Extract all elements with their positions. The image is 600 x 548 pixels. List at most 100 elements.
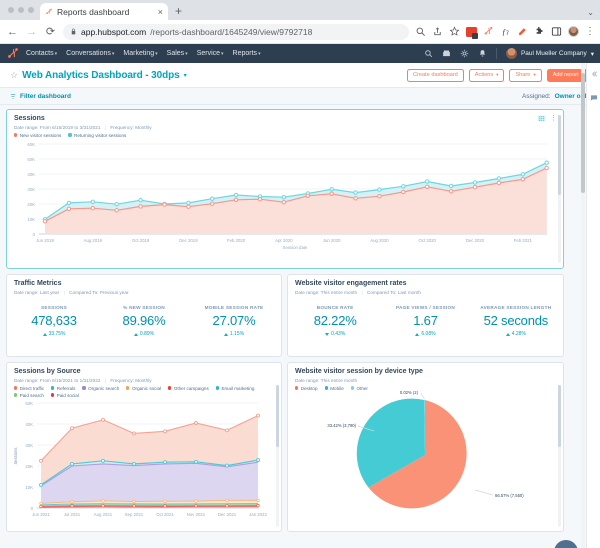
kpi-delta-value: 33.75%: [48, 331, 66, 337]
card-title: Website visitor engagement rates: [295, 280, 407, 287]
svg-text:50K: 50K: [27, 157, 35, 162]
nav-item-conversations[interactable]: Conversations▾: [66, 50, 114, 57]
legend-item[interactable]: Organic social: [126, 386, 161, 391]
legend-swatch: [14, 393, 18, 397]
account-menu[interactable]: Paul Mueller Company ▾: [505, 48, 594, 59]
help-button[interactable]: Help: [554, 540, 578, 548]
card-menu-icon[interactable]: ⋮: [550, 115, 557, 122]
dashboard-header: ☆ Web Analytics Dashboard - 30dps ▾ Crea…: [0, 63, 600, 88]
maximize-window-dot[interactable]: [28, 7, 34, 13]
bookmark-star-icon[interactable]: [449, 26, 460, 37]
window-controls[interactable]: [6, 0, 40, 20]
kpi-delta-value: 1.15%: [229, 331, 245, 337]
svg-text:30K: 30K: [27, 187, 35, 192]
legend-item[interactable]: Direct traffic: [14, 386, 44, 391]
notifications-bell-icon[interactable]: [478, 49, 487, 58]
legend-item[interactable]: Other campaigns: [168, 386, 209, 391]
svg-text:40K: 40K: [27, 172, 35, 177]
legend-swatch: [295, 386, 299, 390]
legend-item[interactable]: New visitor sessions: [14, 133, 61, 138]
search-icon[interactable]: [415, 26, 426, 37]
kpi-label: AVERAGE SESSION LENGTH: [480, 304, 552, 310]
puzzle-extensions-icon[interactable]: [534, 26, 545, 37]
kpi-value: 52 seconds: [483, 312, 549, 328]
trend-up-icon: [42, 332, 47, 336]
filter-dashboard-button[interactable]: Filter dashboard: [10, 93, 71, 100]
kpi-delta-value: 0.43%: [331, 331, 346, 337]
table-view-icon[interactable]: [538, 115, 545, 122]
marketplace-icon[interactable]: [442, 49, 451, 58]
button-label: Actions: [474, 72, 494, 78]
legend-swatch: [51, 386, 55, 390]
create-dashboard-button[interactable]: Create dashboard: [407, 68, 464, 82]
highlighter-extension-icon[interactable]: [517, 26, 528, 37]
back-button[interactable]: ←: [6, 26, 19, 38]
legend-label: Paid social: [56, 392, 79, 398]
meta-separator: |: [63, 289, 65, 295]
extension-red-icon[interactable]: [466, 26, 478, 39]
kpi-list: SESSIONS 478,633 33.75% % NEW SESSION 89…: [7, 295, 281, 346]
sessions-report-card[interactable]: Sessions Date range: From 6/15/2019 to 3…: [6, 109, 564, 269]
legend-swatch: [215, 386, 219, 390]
trend-up-icon: [133, 332, 138, 336]
browser-menu-icon[interactable]: ⋮: [585, 26, 595, 37]
nav-item-label: Reports: [232, 50, 258, 57]
svg-text:20K: 20K: [25, 464, 33, 469]
legend-item[interactable]: Returning visitor sessions: [68, 133, 126, 138]
chevron-down-icon[interactable]: ▾: [184, 72, 187, 79]
close-tab-icon[interactable]: ×: [158, 7, 163, 17]
share-icon[interactable]: [432, 26, 443, 37]
card-scrollbar-thumb[interactable]: [558, 115, 561, 195]
engagement-rates-card[interactable]: Website visitor engagement rates Date ra…: [287, 274, 564, 357]
chat-bubble-icon[interactable]: [590, 94, 598, 102]
card-scrollbar-thumb[interactable]: [276, 385, 279, 447]
nav-item-contacts[interactable]: Contacts▾: [26, 50, 57, 57]
legend-swatch: [82, 386, 86, 390]
card-scrollbar-thumb[interactable]: [558, 385, 561, 447]
browser-tab[interactable]: Reports dashboard ×: [40, 3, 168, 20]
collapse-panel-icon[interactable]: [590, 70, 598, 78]
device-type-card[interactable]: Website visitor session by device type D…: [287, 362, 564, 532]
font-extension-icon[interactable]: ƒʔ: [500, 26, 511, 37]
minimize-window-dot[interactable]: [18, 7, 24, 13]
nav-item-sales[interactable]: Sales▾: [167, 50, 188, 57]
y-axis-label: Sessions: [13, 447, 18, 464]
traffic-metrics-card[interactable]: Traffic Metrics Date range: Last year | …: [6, 274, 282, 357]
legend-item[interactable]: Referrals: [51, 386, 75, 391]
search-icon[interactable]: [424, 49, 433, 58]
legend-item[interactable]: Desktop: [295, 386, 318, 391]
card-date-range: Date range: This entire month: [295, 377, 358, 383]
card-header: Website visitor session by device type D…: [288, 363, 563, 391]
legend-item[interactable]: Mobile: [324, 386, 344, 391]
tab-list-chevron-down-icon[interactable]: ⌄: [587, 8, 594, 17]
page-scrollbar-thumb[interactable]: [581, 73, 585, 193]
nav-item-reports[interactable]: Reports▾: [233, 50, 261, 57]
gear-icon[interactable]: [460, 49, 469, 58]
legend-swatch: [126, 386, 130, 390]
close-window-dot[interactable]: [8, 7, 14, 13]
sessions-by-source-card[interactable]: Sessions by Source Date range: From 6/15…: [6, 362, 282, 532]
nav-item-marketing[interactable]: Marketing▾: [123, 50, 157, 57]
reload-button[interactable]: ⟳: [44, 25, 57, 38]
new-tab-button[interactable]: +: [168, 4, 189, 20]
svg-text:Oct 2020: Oct 2020: [418, 238, 436, 243]
chevron-down-icon: ▾: [496, 72, 499, 77]
actions-button[interactable]: Actions ▾: [468, 68, 505, 82]
share-button[interactable]: Share ▾: [509, 68, 542, 82]
sessions-by-source-area-chart: 50K 40K 30K 20K 10K 0 Sessions Jun 2021 …: [13, 401, 267, 517]
legend-item[interactable]: Other: [350, 386, 368, 391]
legend-item[interactable]: Email marketing: [215, 386, 254, 391]
legend-item[interactable]: Paid search: [14, 393, 44, 398]
nav-item-service[interactable]: Service▾: [197, 50, 224, 57]
profile-avatar[interactable]: [568, 26, 579, 37]
hubspot-extension-icon[interactable]: [483, 26, 494, 37]
favorite-star-icon[interactable]: ☆: [10, 70, 18, 81]
legend-item[interactable]: Organic search: [82, 386, 119, 391]
address-bar[interactable]: app.hubspot.com/reports-dashboard/164524…: [63, 23, 409, 40]
svg-text:60K: 60K: [27, 142, 35, 147]
forward-button[interactable]: →: [25, 26, 38, 38]
sidepanel-icon[interactable]: [551, 26, 562, 37]
hubspot-sprocket-logo[interactable]: [6, 47, 20, 61]
chevron-down-icon: ▾: [533, 72, 536, 77]
legend-item[interactable]: Paid social: [50, 392, 79, 398]
